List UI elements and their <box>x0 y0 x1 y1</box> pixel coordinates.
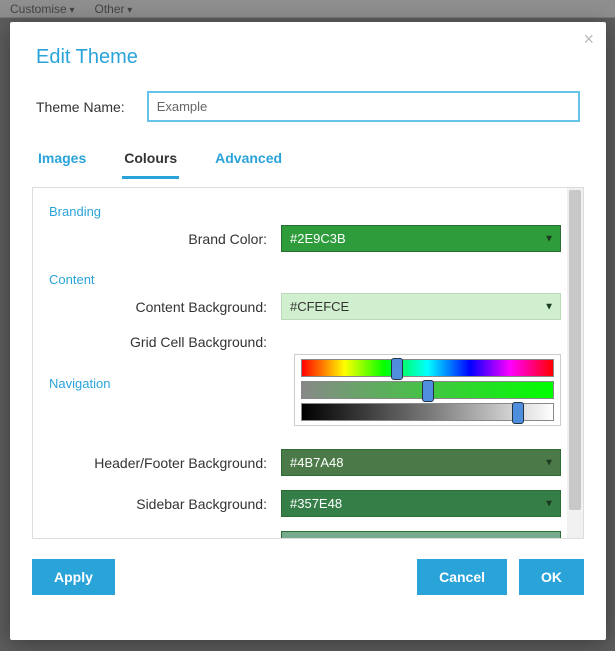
select-brand-color[interactable]: #2E9C3B ▼ <box>281 225 561 252</box>
label-popout-bg: Pop-out Panel Background: <box>41 537 281 539</box>
section-branding: Branding <box>41 198 565 225</box>
value-sidebar-bg: #357E48 <box>290 496 342 511</box>
chevron-down-icon: ▼ <box>544 301 554 312</box>
theme-name-label: Theme Name: <box>36 99 125 115</box>
dialog-title: Edit Theme <box>10 22 606 91</box>
color-picker <box>294 354 561 426</box>
field-popout-bg: Pop-out Panel Background: #77AA8E ▼ <box>41 531 565 538</box>
panel-scrollbar[interactable] <box>567 188 583 538</box>
lightness-thumb[interactable] <box>512 402 524 424</box>
section-content: Content <box>41 266 565 293</box>
saturation-slider[interactable] <box>301 381 554 399</box>
chevron-down-icon: ▼ <box>544 498 554 509</box>
edit-theme-dialog: × Edit Theme Theme Name: Images Colours … <box>10 22 606 640</box>
chevron-down-icon: ▼ <box>544 457 554 468</box>
select-sidebar-bg[interactable]: #357E48 ▼ <box>281 490 561 517</box>
select-header-footer-bg[interactable]: #4B7A48 ▼ <box>281 449 561 476</box>
value-content-bg: #CFEFCE <box>290 299 349 314</box>
tab-images[interactable]: Images <box>36 144 88 179</box>
hue-thumb[interactable] <box>391 358 403 380</box>
label-header-footer-bg: Header/Footer Background: <box>41 455 281 471</box>
theme-name-input[interactable] <box>147 91 580 122</box>
field-grid-cell-bg: Grid Cell Background: <box>41 334 565 350</box>
apply-button[interactable]: Apply <box>32 559 115 595</box>
ok-button[interactable]: OK <box>519 559 584 595</box>
dialog-footer: Apply Cancel OK <box>10 539 606 615</box>
field-sidebar-bg: Sidebar Background: #357E48 ▼ <box>41 490 565 517</box>
field-brand-color: Brand Color: #2E9C3B ▼ <box>41 225 565 252</box>
field-content-bg: Content Background: #CFEFCE ▼ <box>41 293 565 320</box>
hue-slider[interactable] <box>301 359 554 377</box>
select-popout-bg[interactable]: #77AA8E ▼ <box>281 531 561 538</box>
label-grid-cell-bg: Grid Cell Background: <box>41 334 281 350</box>
tab-advanced[interactable]: Advanced <box>213 144 284 179</box>
colours-panel: Branding Brand Color: #2E9C3B ▼ Content … <box>32 187 584 539</box>
tab-colours[interactable]: Colours <box>122 144 179 179</box>
theme-name-row: Theme Name: <box>10 91 606 144</box>
chevron-down-icon: ▼ <box>544 233 554 244</box>
cancel-button[interactable]: Cancel <box>417 559 507 595</box>
label-content-bg: Content Background: <box>41 299 281 315</box>
saturation-thumb[interactable] <box>422 380 434 402</box>
tab-bar: Images Colours Advanced <box>10 144 606 179</box>
label-brand-color: Brand Color: <box>41 231 281 247</box>
field-header-footer-bg: Header/Footer Background: #4B7A48 ▼ <box>41 449 565 476</box>
close-icon[interactable]: × <box>583 30 594 48</box>
colours-panel-scroll[interactable]: Branding Brand Color: #2E9C3B ▼ Content … <box>33 188 567 538</box>
value-popout-bg: #77AA8E <box>290 537 345 538</box>
lightness-slider[interactable] <box>301 403 554 421</box>
value-header-footer-bg: #4B7A48 <box>290 455 344 470</box>
value-brand-color: #2E9C3B <box>290 231 346 246</box>
label-sidebar-bg: Sidebar Background: <box>41 496 281 512</box>
select-content-bg[interactable]: #CFEFCE ▼ <box>281 293 561 320</box>
